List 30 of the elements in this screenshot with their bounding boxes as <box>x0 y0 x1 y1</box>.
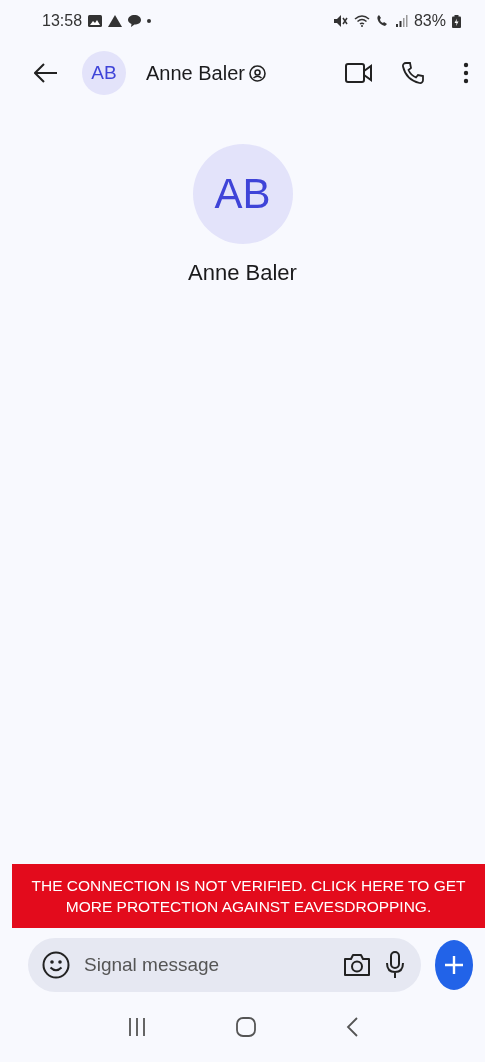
status-time: 13:58 <box>42 12 83 30</box>
mute-icon <box>333 15 348 27</box>
signal-icon <box>395 15 408 27</box>
chat-icon <box>128 15 142 27</box>
recent-apps-icon[interactable] <box>126 1018 147 1036</box>
plus-icon <box>444 955 464 975</box>
unverified-warning-banner[interactable]: THE CONNECTION IS NOT VERIFIED. CLICK HERE TO GET MORE PROTECTION AGAINST EAVESDROPPING. <box>12 864 485 928</box>
profile-name: Anne Baler <box>188 260 297 286</box>
message-input-field[interactable]: Signal message <box>84 954 329 976</box>
phone-call-icon[interactable] <box>401 61 425 85</box>
attach-button[interactable] <box>435 940 473 990</box>
image-icon <box>88 15 103 27</box>
back-arrow-icon[interactable] <box>34 63 58 83</box>
dot-icon <box>147 19 152 23</box>
camera-icon[interactable] <box>343 953 371 977</box>
video-call-icon[interactable] <box>345 63 373 83</box>
profile-avatar: AB <box>192 144 293 244</box>
emoji-icon[interactable] <box>42 951 70 979</box>
warning-icon <box>108 15 123 27</box>
battery-icon <box>452 14 461 28</box>
contact-name[interactable]: Anne Baler <box>146 61 245 85</box>
microphone-icon[interactable] <box>385 951 405 979</box>
wifi-call-icon <box>375 15 390 27</box>
wifi-icon <box>353 15 370 27</box>
home-icon[interactable] <box>236 1017 257 1037</box>
more-options-icon[interactable] <box>463 62 469 84</box>
message-composer-field[interactable]: Signal message <box>28 938 421 992</box>
back-icon[interactable] <box>346 1017 359 1037</box>
battery-percent: 83% <box>413 12 446 30</box>
avatar[interactable]: AB <box>82 51 126 95</box>
